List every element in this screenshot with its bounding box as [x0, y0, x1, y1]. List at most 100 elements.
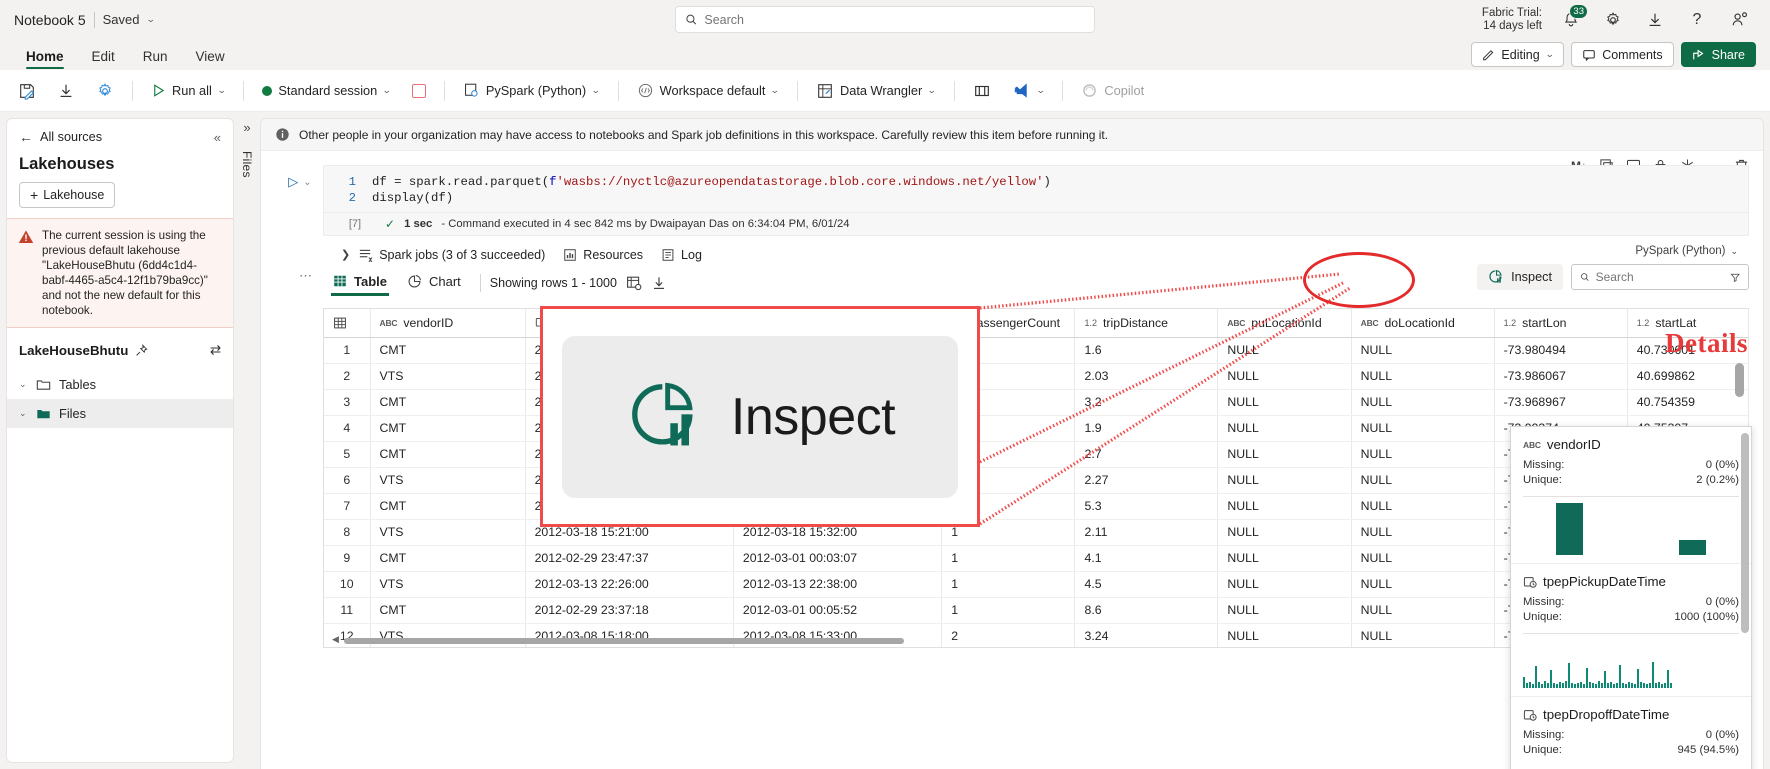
gear-icon — [1607, 11, 1619, 25]
tab-view[interactable]: View — [184, 46, 237, 70]
log-button[interactable]: Log — [661, 248, 702, 262]
tab-home[interactable]: Home — [14, 46, 76, 70]
row-number-header[interactable] — [324, 309, 371, 338]
stop-session-button[interactable] — [406, 80, 432, 102]
row-number-cell: 7 — [324, 493, 371, 520]
add-lakehouse-label: Lakehouse — [43, 188, 105, 202]
inspect-details-panel[interactable]: ABC vendorID Missing: 0 (0%) Unique: 2 (… — [1510, 426, 1752, 769]
horizontal-scroll-track[interactable] — [344, 638, 1713, 644]
execution-message: - Command executed in 4 sec 842 ms by Dw… — [441, 218, 850, 230]
spark-jobs-button[interactable]: Spark jobs (3 of 3 succeeded) — [358, 247, 545, 262]
vscode-button[interactable]: ⌄ — [1006, 77, 1051, 104]
scroll-left-icon[interactable]: ◀ — [332, 634, 339, 645]
row-number-cell: 11 — [324, 597, 371, 624]
resources-button[interactable]: Resources — [563, 248, 643, 262]
number-icon: 1.2 — [1503, 317, 1517, 328]
back-arrow-icon[interactable]: ← — [19, 129, 33, 145]
chevron-down-icon[interactable]: ⌄ — [591, 85, 601, 96]
table-cell-puLocationId: NULL — [1217, 337, 1352, 364]
all-sources-link[interactable]: All sources — [40, 130, 102, 144]
collapse-panel-icon[interactable]: « — [214, 130, 221, 145]
global-search[interactable] — [675, 6, 1095, 33]
details-scrollbar[interactable] — [1741, 433, 1749, 769]
pin-icon[interactable] — [135, 343, 148, 357]
result-more-icon[interactable]: ⋯ — [299, 268, 313, 284]
sidebar-item-files[interactable]: ⌄ Files — [7, 399, 233, 428]
notifications-button[interactable]: 33 — [1558, 3, 1588, 33]
chevron-down-icon[interactable]: ⌄ — [146, 14, 156, 25]
rail-files-label[interactable]: Files — [240, 151, 254, 178]
sidebar-item-tables[interactable]: ⌄ Tables — [7, 370, 233, 399]
result-search-input[interactable] — [1595, 270, 1724, 284]
detail-missing-row: Missing: 0 (0%) — [1523, 458, 1739, 473]
inspect-button[interactable]: Inspect — [1477, 264, 1563, 290]
detail-spark-bar — [1655, 683, 1657, 688]
tab-edit[interactable]: Edit — [80, 46, 127, 70]
comments-button[interactable]: Comments — [1571, 42, 1674, 67]
notebook-settings-button[interactable] — [90, 78, 120, 104]
editing-mode-button[interactable]: Editing ⌄ — [1471, 42, 1565, 67]
search-input[interactable] — [704, 12, 1085, 27]
table-row[interactable]: 2VTS2012-03-17 08:01:002012-03-17 08:10:… — [324, 363, 1749, 390]
column-header-puLocationId[interactable]: ABC puLocationId — [1217, 309, 1352, 338]
detail-sparkline — [1523, 640, 1739, 688]
download-button[interactable] — [1642, 7, 1668, 33]
table-cell-doLocationId: NULL — [1351, 493, 1495, 520]
settings-button[interactable] — [1600, 7, 1626, 33]
run-cell-icon[interactable]: ▷ — [288, 174, 298, 190]
details-scroll-thumb[interactable] — [1741, 433, 1749, 633]
chevron-down-icon[interactable]: ⌄ — [927, 85, 937, 96]
feedback-button[interactable] — [1726, 7, 1752, 33]
environment-selector[interactable]: Workspace default ⌄ — [631, 78, 785, 103]
layout-button[interactable] — [967, 78, 997, 104]
language-selector[interactable]: PySpark (Python) ⌄ — [457, 78, 606, 103]
filter-icon[interactable] — [1730, 271, 1740, 284]
share-button[interactable]: Share — [1680, 42, 1756, 67]
chevron-down-icon[interactable]: ⌄ — [382, 85, 392, 96]
horizontal-scroll-thumb[interactable] — [344, 638, 904, 644]
table-row[interactable]: 3CMT2012-02-29 23:58:392012-03-01 00:10:… — [324, 389, 1749, 416]
share-icon — [1692, 49, 1704, 59]
vertical-scroll-thumb[interactable] — [1735, 363, 1744, 397]
copilot-button[interactable]: Copilot — [1075, 78, 1150, 103]
column-header-label: tripDistance — [1103, 315, 1168, 330]
chevron-down-icon[interactable]: ⌄ — [217, 85, 227, 96]
chevron-down-icon[interactable]: ⌄ — [1036, 85, 1046, 96]
table-row[interactable]: 1CMT2012-02-29 23:53:142012-03-01 00:02:… — [324, 337, 1749, 364]
download-icon — [60, 84, 72, 97]
data-wrangler-button[interactable]: Data Wrangler ⌄ — [810, 78, 942, 104]
column-header-tripDistance[interactable]: 1.2 tripDistance — [1074, 309, 1219, 338]
help-button[interactable]: ? — [1684, 7, 1710, 33]
save-button[interactable] — [12, 78, 42, 104]
detail-spark-bar — [1589, 682, 1591, 688]
tab-chart[interactable]: Chart — [397, 271, 471, 296]
chevron-right-icon[interactable]: ❯ — [341, 248, 350, 261]
log-icon — [662, 248, 674, 261]
share-label: Share — [1711, 47, 1745, 62]
detail-unique-row: Unique: 1000 (100%) — [1523, 610, 1739, 625]
download-results-icon[interactable] — [651, 275, 667, 291]
export-button[interactable] — [51, 78, 81, 104]
detail-spark-bar — [1670, 683, 1672, 688]
chevron-down-icon[interactable]: ⌄ — [770, 85, 780, 96]
detail-spark-bar — [1592, 683, 1594, 688]
add-lakehouse-button[interactable]: + Lakehouse — [19, 182, 116, 208]
session-status-button[interactable]: Standard session ⌄ — [256, 79, 396, 102]
table-settings-icon[interactable] — [626, 275, 642, 291]
code-editor[interactable]: 1 df = spark.read.parquet(f'wasbs://nyct… — [323, 165, 1749, 257]
chevron-down-icon[interactable]: ⌄ — [303, 177, 311, 188]
column-header-startLon[interactable]: 1.2 startLon — [1494, 309, 1628, 338]
result-search[interactable] — [1571, 264, 1749, 290]
column-header-vendorID[interactable]: ABC vendorID — [370, 309, 526, 338]
plus-icon: + — [30, 187, 39, 203]
tab-table[interactable]: Table — [323, 271, 397, 296]
run-all-button[interactable]: Run all ⌄ — [145, 79, 231, 102]
column-header-doLocationId[interactable]: ABC doLocationId — [1351, 309, 1495, 338]
detail-bar — [1678, 540, 1707, 555]
table-cell-vendorID: VTS — [370, 571, 526, 598]
tab-run[interactable]: Run — [131, 46, 180, 70]
expand-panel-icon[interactable]: » — [243, 120, 250, 135]
divider — [443, 80, 445, 101]
cell-language-indicator[interactable]: PySpark (Python) ⌄ — [1635, 245, 1738, 257]
switch-lakehouse-icon[interactable]: ⇄ — [210, 342, 221, 358]
